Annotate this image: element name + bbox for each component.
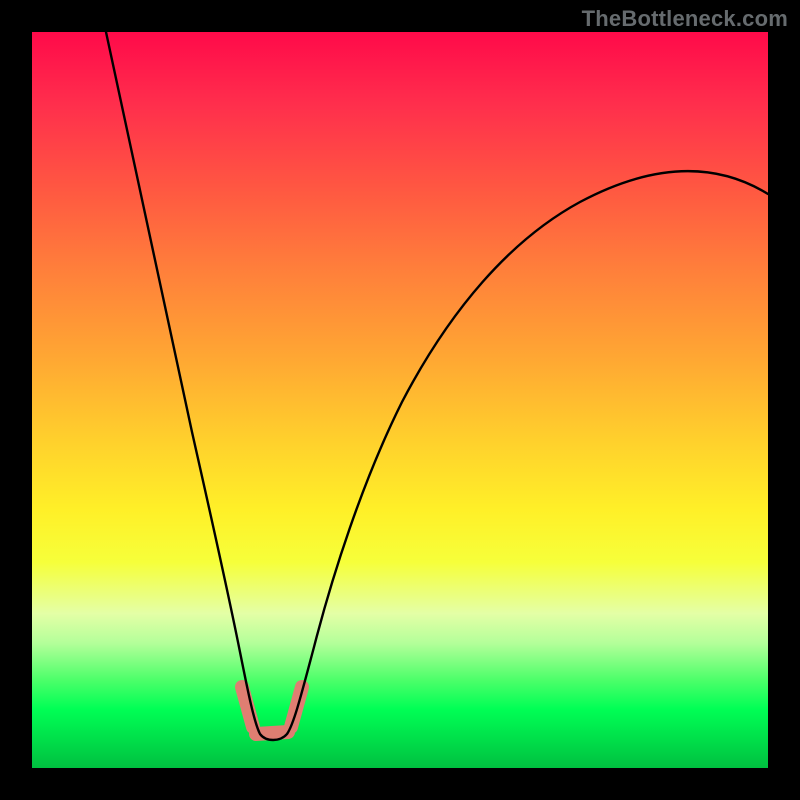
curve-highlight — [242, 687, 302, 734]
bottleneck-curve — [32, 32, 768, 768]
plot-area — [32, 32, 768, 768]
bottleneck-curve-path — [106, 32, 768, 740]
watermark-text: TheBottleneck.com — [582, 6, 788, 32]
chart-frame: TheBottleneck.com — [0, 0, 800, 800]
